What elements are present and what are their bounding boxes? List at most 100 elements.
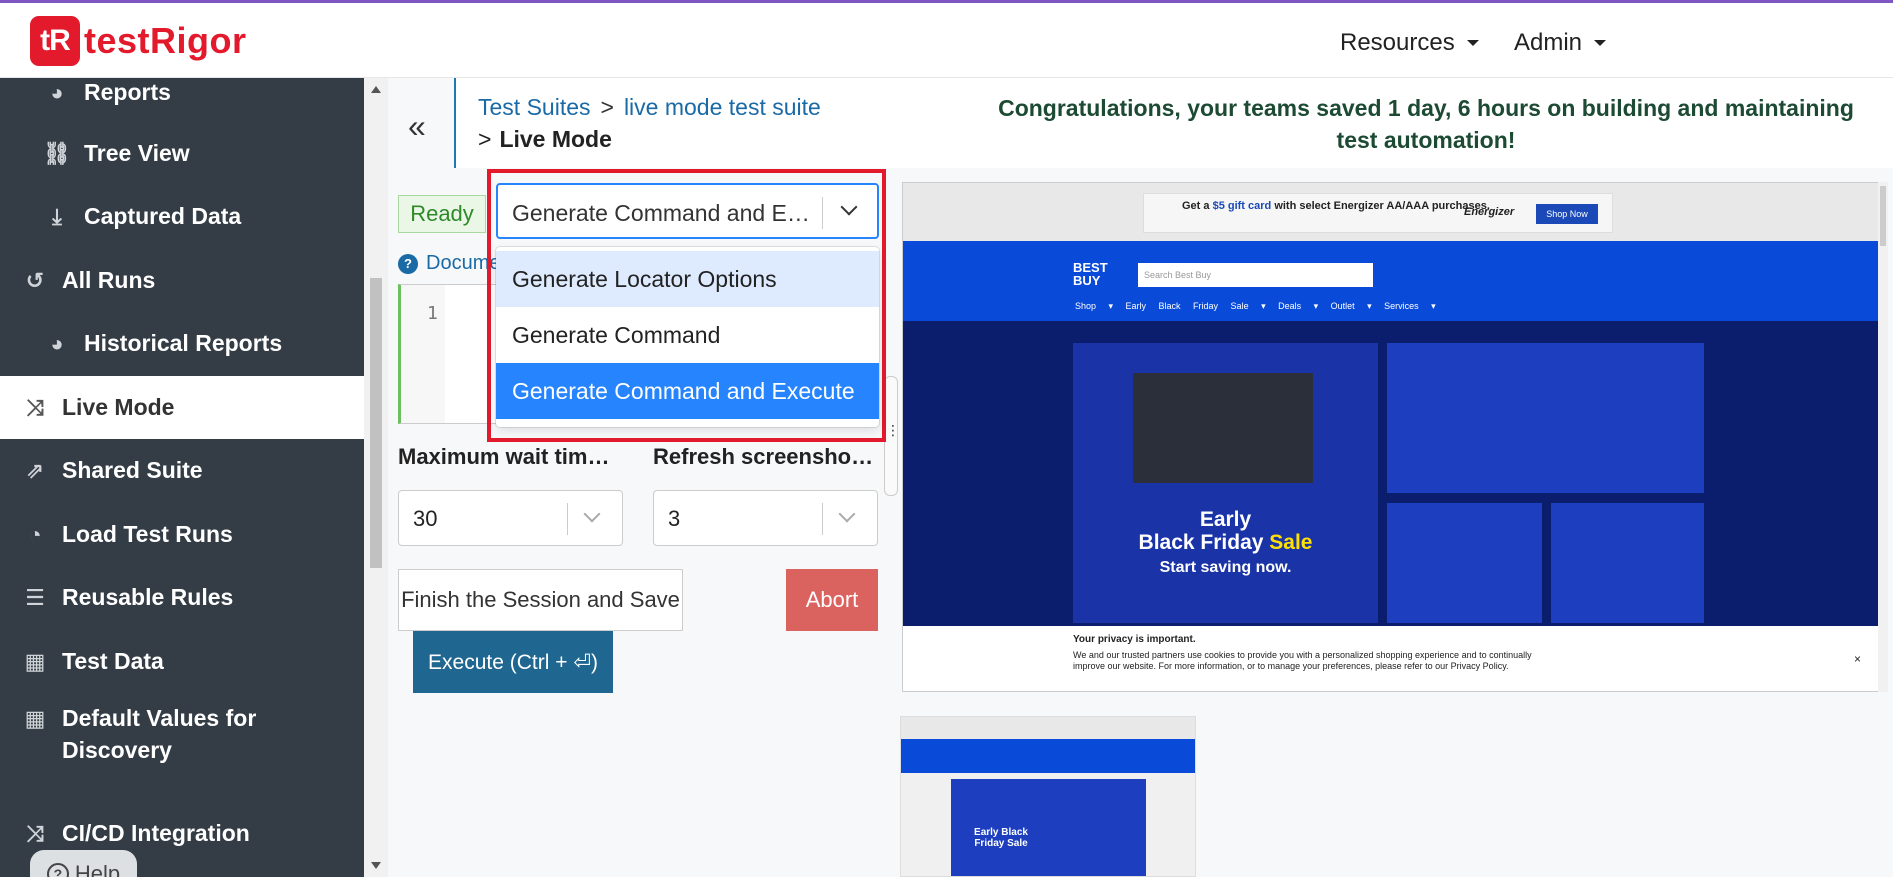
- refresh-interval-value: 3: [668, 506, 681, 531]
- sidebar-item-reports[interactable]: ◕ Reports: [0, 78, 364, 124]
- documentation-link[interactable]: ? Docume: [398, 252, 500, 275]
- sidebar-item-all-runs[interactable]: ↺ All Runs: [0, 249, 364, 312]
- sidebar-item-label: Load Test Runs: [62, 521, 233, 547]
- screenshot-thumbnail[interactable]: Early Black Friday Sale: [900, 716, 1196, 877]
- editor-gutter: [401, 285, 445, 423]
- hero-image: [1133, 373, 1313, 483]
- site-search: Search Best Buy: [1138, 263, 1373, 287]
- thumb-nav: [901, 739, 1195, 773]
- breadcrumb-separator: >: [600, 94, 614, 120]
- finish-session-button[interactable]: Finish the Session and Save: [398, 569, 683, 631]
- screenshot-scrollbar[interactable]: [1878, 182, 1888, 692]
- mode-select-value: Generate Command and Execute: [512, 200, 812, 226]
- sidebar-item-load-test-runs[interactable]: ◔ Load Test Runs: [0, 503, 364, 566]
- admin-menu[interactable]: Admin: [1514, 29, 1607, 57]
- sidebar: ◕ Reports ⛓ Tree View ⤓ Captured Data ↺ …: [0, 78, 364, 877]
- sidebar-item-tree-view[interactable]: ⛓ Tree View: [0, 122, 364, 185]
- admin-label: Admin: [1514, 29, 1583, 56]
- hero-text: Early Black Friday Sale Start saving now…: [1073, 508, 1378, 579]
- abort-button[interactable]: Abort: [786, 569, 878, 631]
- resources-label: Resources: [1340, 29, 1455, 56]
- status-badge: Ready: [398, 195, 486, 233]
- sidebar-item-label: Reusable Rules: [62, 584, 234, 610]
- select-divider: [822, 197, 823, 229]
- breadcrumb-test-suites[interactable]: Test Suites: [478, 94, 591, 120]
- share-icon: ⇗: [25, 457, 45, 483]
- gauge-icon: ◔: [28, 521, 42, 547]
- sidebar-item-live-mode[interactable]: ⤨ Live Mode: [0, 376, 364, 439]
- main-content: « Test Suites > live mode test suite > Live…: [388, 78, 1893, 877]
- help-button[interactable]: ? Help: [30, 850, 137, 877]
- wait-time-value: 30: [413, 506, 438, 531]
- scroll-down-icon[interactable]: [371, 862, 381, 869]
- sidebar-item-default-values[interactable]: ▦ Default Values for Discovery: [0, 690, 364, 772]
- site-menu: Shop ▾ Early Black Friday Sale ▾ Deals ▾…: [1075, 301, 1436, 311]
- breadcrumb-bar: Test Suites > live mode test suite > Live M…: [454, 78, 1893, 168]
- sidebar-item-label: Shared Suite: [62, 457, 203, 483]
- sidebar-item-label: All Runs: [62, 267, 156, 293]
- sidebar-item-label: Historical Reports: [84, 330, 283, 356]
- close-icon: ×: [1853, 652, 1861, 666]
- hero-sale: Sale: [1269, 531, 1313, 554]
- history-icon: ↺: [25, 267, 45, 293]
- sidebar-item-label: Reports: [84, 79, 171, 105]
- breadcrumb-separator: >: [478, 126, 492, 152]
- thumb-text: Early Black Friday Sale: [974, 827, 1028, 849]
- wait-time-label: Maximum wait time in seconds: [398, 444, 618, 469]
- sidebar-item-historical-reports[interactable]: ◕ Historical Reports: [0, 312, 364, 375]
- shuffle-icon: ⤨: [26, 820, 44, 846]
- line-number: 1: [427, 303, 438, 324]
- help-icon: ?: [46, 863, 69, 877]
- refresh-interval-select[interactable]: 3: [653, 490, 878, 546]
- bestbuy-logo: BEST BUY: [1073, 261, 1117, 291]
- sidebar-item-label: Captured Data: [84, 203, 242, 229]
- testrigor-logo[interactable]: tR testRigor: [30, 16, 247, 66]
- app-header: tR testRigor Resources Admin: [0, 3, 1893, 78]
- mode-select[interactable]: Generate Command and Execute: [496, 183, 879, 239]
- live-screenshot[interactable]: Get a $5 gift card with select Energizer…: [902, 182, 1880, 692]
- sidebar-scrollbar[interactable]: [364, 78, 388, 877]
- highlight-box: Generate Command and Execute Generate Lo…: [487, 169, 886, 442]
- collapse-sidebar-icon[interactable]: «: [408, 108, 426, 145]
- site-top-banner: Get a $5 gift card with select Energizer…: [903, 183, 1879, 241]
- sidebar-item-test-data[interactable]: ▦ Test Data: [0, 630, 364, 693]
- tree-icon: ⛓: [43, 140, 71, 166]
- wait-time-select[interactable]: 30: [398, 490, 623, 546]
- chevron-down-icon: [583, 505, 601, 523]
- select-divider: [567, 503, 568, 535]
- chevron-down-icon[interactable]: [840, 198, 858, 216]
- hero-line-3: Start saving now.: [1159, 559, 1292, 576]
- screenshot-scroll-thumb[interactable]: [1880, 186, 1886, 246]
- drag-handle-icon[interactable]: ⋮: [886, 423, 900, 437]
- breadcrumb-suite[interactable]: live mode test suite: [624, 94, 821, 120]
- option-generate-locator-options[interactable]: Generate Locator Options: [496, 251, 879, 307]
- privacy-body: We and our trusted partners use cookies …: [1073, 650, 1532, 671]
- option-generate-command[interactable]: Generate Command: [496, 307, 879, 363]
- select-divider: [822, 503, 823, 535]
- sidebar-item-label: Default Values for Discovery: [62, 705, 257, 763]
- sidebar-item-reusable-rules[interactable]: ☰ Reusable Rules: [0, 566, 364, 629]
- option-generate-command-and-execute[interactable]: Generate Command and Execute: [496, 363, 879, 419]
- thumb-top-banner: [901, 717, 1195, 739]
- logo-mark: tR: [30, 16, 80, 66]
- tile-laptops: [1387, 503, 1542, 623]
- scroll-up-icon[interactable]: [371, 86, 381, 93]
- resources-menu[interactable]: Resources: [1340, 29, 1479, 57]
- pie-chart-icon: ◕: [50, 330, 64, 356]
- table-icon: ▦: [24, 648, 46, 674]
- sidebar-item-label: Test Data: [62, 648, 164, 674]
- breadcrumb-line-2: > Live Mode: [478, 126, 612, 153]
- promo-gift: $5 gift card: [1212, 200, 1272, 212]
- sidebar-item-captured-data[interactable]: ⤓ Captured Data: [0, 185, 364, 248]
- site-nav: BEST BUY Search Best Buy Shop ▾ Early Bl…: [903, 241, 1879, 321]
- execute-button[interactable]: Execute (Ctrl + ⏎): [413, 631, 613, 693]
- logo-text: testRigor: [84, 20, 247, 61]
- caret-down-icon: [1594, 40, 1607, 46]
- sidebar-item-shared-suite[interactable]: ⇗ Shared Suite: [0, 439, 364, 502]
- scroll-thumb[interactable]: [370, 278, 382, 568]
- promo-banner: Get a $5 gift card with select Energizer…: [1143, 193, 1613, 233]
- tile-appliances: [1551, 503, 1704, 623]
- list-icon: ☰: [25, 584, 45, 610]
- hero-line-1: Early: [1199, 508, 1252, 531]
- breadcrumb-current: Live Mode: [499, 126, 612, 152]
